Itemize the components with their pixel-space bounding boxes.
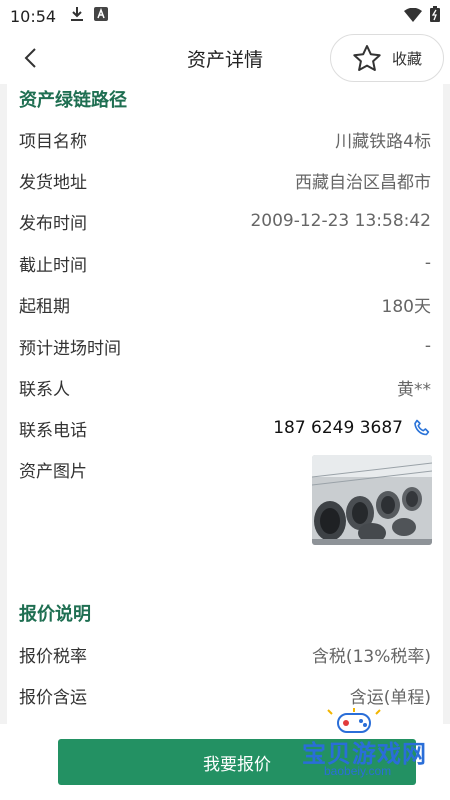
section-title-quote: 报价说明 <box>19 604 91 625</box>
row-value: 西藏自治区昌都市 <box>295 172 431 193</box>
star-icon <box>353 45 381 71</box>
row-value: - <box>424 336 431 356</box>
row-label: 发货地址 <box>19 172 87 193</box>
row-label: 发布时间 <box>19 213 87 234</box>
info-row-project: 项目名称 川藏铁路4标 <box>19 124 431 154</box>
battery-icon <box>430 6 440 26</box>
phone-number: 187 6249 3687 <box>273 418 403 438</box>
chevron-left-icon <box>24 48 36 68</box>
row-value: 黄** <box>397 379 431 400</box>
section-title-asset: 资产绿链路径 <box>19 90 127 111</box>
info-row-contact: 联系人 黄** <box>19 372 431 402</box>
phone-icon <box>414 419 430 436</box>
favorite-button[interactable]: 收藏 <box>330 34 444 82</box>
row-value: 含运(单程) <box>349 687 431 708</box>
gamepad-icon <box>327 708 381 733</box>
row-value: 180天 <box>381 296 431 317</box>
download-icon <box>70 6 84 26</box>
row-label: 预计进场时间 <box>19 338 121 359</box>
info-row-deadline: 截止时间 - <box>19 248 431 278</box>
watermark: 宝贝游戏网 baobeiy.com <box>296 706 446 782</box>
row-label: 起租期 <box>19 296 70 317</box>
info-row-phone: 联系电话 187 6249 3687 <box>19 413 431 443</box>
detail-content[interactable]: 资产绿链路径 项目名称 川藏铁路4标 发货地址 西藏自治区昌都市 发布时间 20… <box>0 84 450 724</box>
back-button[interactable] <box>14 42 46 74</box>
row-label: 联系电话 <box>19 420 87 441</box>
phone-link[interactable]: 187 6249 3687 <box>273 418 431 438</box>
row-label: 联系人 <box>19 379 70 400</box>
asset-photo[interactable] <box>312 455 432 545</box>
watermark-url: baobeiy.com <box>324 764 392 778</box>
asset-info-card: 资产绿链路径 项目名称 川藏铁路4标 发货地址 西藏自治区昌都市 发布时间 20… <box>7 84 443 646</box>
row-label: 报价含运 <box>19 687 87 708</box>
favorite-label: 收藏 <box>391 49 422 68</box>
row-value: 含税(13%税率) <box>311 646 431 667</box>
info-row-entry-time: 预计进场时间 - <box>19 331 431 361</box>
info-row-tax-rate: 报价税率 含税(13%税率) <box>19 639 431 669</box>
row-label: 报价税率 <box>19 646 87 667</box>
nav-bar: 资产详情 收藏 <box>0 32 450 84</box>
row-label: 资产图片 <box>19 461 87 482</box>
status-bar: 10:54 <box>0 0 450 32</box>
info-row-lease-period: 起租期 180天 <box>19 289 431 319</box>
row-value: 川藏铁路4标 <box>335 131 431 152</box>
info-row-publish-time: 发布时间 2009-12-23 13:58:42 <box>19 206 431 236</box>
row-label: 项目名称 <box>19 131 87 152</box>
row-value: - <box>424 253 431 273</box>
row-label: 截止时间 <box>19 255 87 276</box>
a-box-icon <box>94 7 109 25</box>
info-row-address: 发货地址 西藏自治区昌都市 <box>19 165 431 195</box>
row-value: 2009-12-23 13:58:42 <box>250 211 431 231</box>
quote-info-card: 报价说明 报价税率 含税(13%税率) 报价含运 含运(单程) <box>7 586 443 724</box>
wifi-icon <box>404 7 422 26</box>
status-time: 10:54 <box>10 6 57 26</box>
